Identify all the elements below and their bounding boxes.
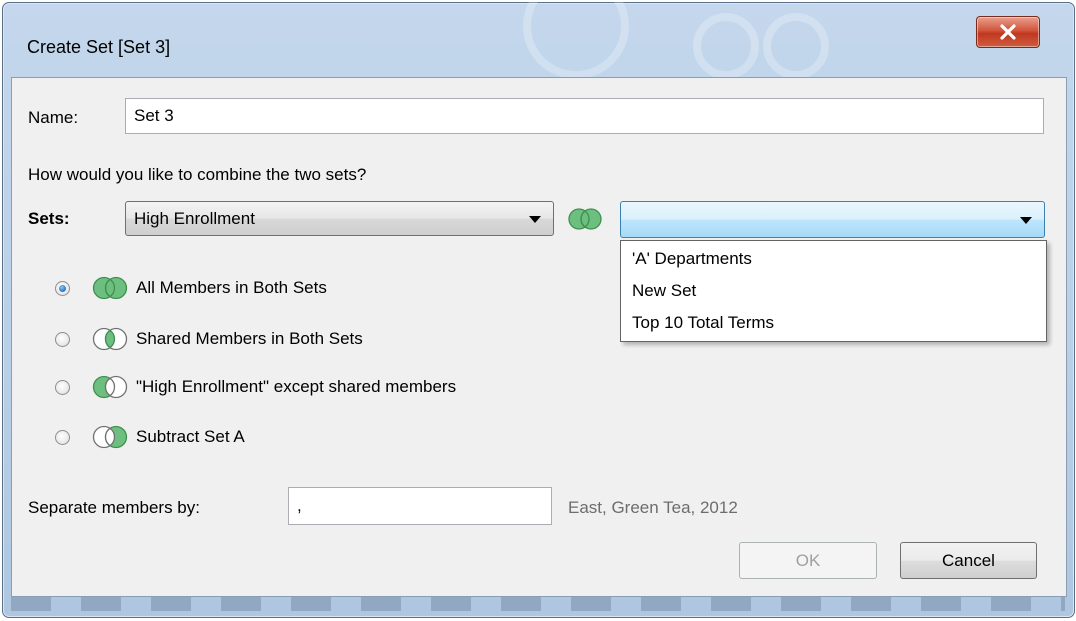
- dropdown-option-a-departments[interactable]: 'A' Departments: [621, 243, 1046, 275]
- venn-union-icon: [568, 208, 602, 230]
- separator-label: Separate members by:: [28, 498, 200, 517]
- create-set-dialog: Create Set [Set 3] Name: Set 3 How would…: [2, 0, 1075, 618]
- window-bottom-border: [11, 597, 1065, 611]
- titlebar-decoration: [763, 13, 829, 79]
- close-icon: [1000, 24, 1016, 40]
- radio-button[interactable]: [55, 281, 70, 296]
- set-a-select[interactable]: High Enrollment: [125, 201, 554, 236]
- chevron-down-icon: [529, 215, 541, 223]
- name-label: Name:: [28, 108, 79, 127]
- venn-union-icon: [92, 276, 128, 300]
- name-input[interactable]: Set 3: [125, 98, 1044, 134]
- radio-button[interactable]: [55, 332, 70, 347]
- titlebar-decoration: [693, 13, 759, 79]
- radio-button[interactable]: [55, 430, 70, 445]
- venn-right-only-icon: [92, 425, 128, 449]
- window-title: Create Set [Set 3]: [27, 37, 171, 57]
- option-label: Shared Members in Both Sets: [136, 329, 363, 348]
- ok-button[interactable]: OK: [739, 542, 877, 579]
- dropdown-option-top-10-total-terms[interactable]: Top 10 Total Terms: [621, 307, 1046, 339]
- separator-input[interactable]: ,: [288, 487, 552, 525]
- set-a-selected-value: High Enrollment: [134, 208, 255, 228]
- separator-example: East, Green Tea, 2012: [568, 498, 738, 517]
- title-bar[interactable]: Create Set [Set 3]: [3, 0, 1074, 83]
- set-b-select[interactable]: [620, 201, 1045, 238]
- option-label: "High Enrollment" except shared members: [136, 377, 457, 396]
- dropdown-option-new-set[interactable]: New Set: [621, 275, 1046, 307]
- chevron-down-icon: [1020, 216, 1032, 224]
- cancel-button[interactable]: Cancel: [900, 542, 1037, 579]
- option-label: Subtract Set A: [136, 427, 245, 446]
- venn-intersect-icon: [92, 327, 128, 351]
- close-button[interactable]: [976, 16, 1040, 48]
- combine-question: How would you like to combine the two se…: [28, 165, 367, 184]
- venn-left-only-icon: [92, 375, 128, 399]
- radio-button[interactable]: [55, 380, 70, 395]
- dialog-body: Name: Set 3 How would you like to combin…: [11, 77, 1067, 597]
- titlebar-decoration: [523, 0, 629, 79]
- set-b-dropdown-list: 'A' Departments New Set Top 10 Total Ter…: [620, 240, 1047, 342]
- option-label: All Members in Both Sets: [136, 278, 327, 297]
- sets-label: Sets:: [28, 209, 70, 228]
